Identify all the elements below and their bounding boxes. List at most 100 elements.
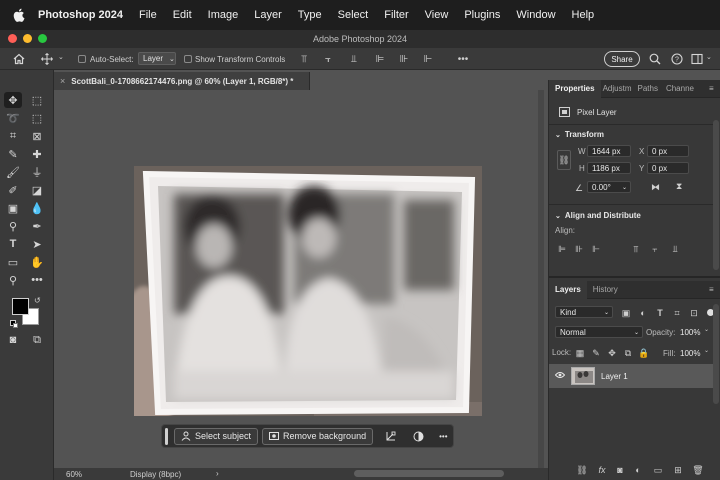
layers-panel-scrollbar[interactable]: [713, 304, 719, 404]
share-button[interactable]: Share: [604, 51, 640, 67]
layer-row[interactable]: Layer 1: [549, 364, 713, 388]
blur-tool-icon[interactable]: 💧: [28, 200, 46, 216]
filter-type-icon[interactable]: T: [655, 308, 665, 318]
align-left-edges-icon[interactable]: ⊫: [557, 244, 567, 254]
home-icon[interactable]: [12, 52, 26, 66]
panel-menu-icon[interactable]: ≡: [709, 285, 714, 294]
close-window-button[interactable]: [8, 34, 17, 43]
quick-mask-icon[interactable]: ◙: [4, 332, 22, 348]
remove-background-button[interactable]: Remove background: [262, 427, 374, 445]
screen-mode-icon[interactable]: ⧉: [28, 332, 46, 348]
menu-file[interactable]: File: [139, 9, 157, 21]
lock-artboard-icon[interactable]: ⧉: [623, 348, 633, 358]
height-field[interactable]: 1186 px: [587, 162, 631, 174]
align-bottom-edges-icon[interactable]: ⫫: [670, 244, 680, 254]
zoom-level[interactable]: 60%: [66, 470, 82, 479]
align-bottom-edges-icon[interactable]: ⫫: [348, 52, 360, 66]
zoom-tool-icon[interactable]: ⚲: [4, 272, 22, 288]
align-horizontal-centers-icon[interactable]: ⊪: [574, 244, 584, 254]
menu-help[interactable]: Help: [572, 9, 595, 21]
frame-tool-icon[interactable]: ⊠: [28, 128, 46, 144]
crop-tool-icon[interactable]: ⌗: [4, 128, 22, 144]
flip-horizontal-icon[interactable]: ⧓: [651, 182, 660, 193]
document-tab[interactable]: × ScottBali_0-1708662174476.png @ 60% (L…: [54, 72, 310, 90]
chevron-down-icon[interactable]: ⌄: [706, 53, 712, 61]
hand-tool-icon[interactable]: ✋: [28, 254, 46, 270]
tab-layers[interactable]: Layers: [549, 280, 587, 299]
panel-menu-icon[interactable]: ≡: [709, 84, 714, 93]
menu-type[interactable]: Type: [298, 9, 322, 21]
align-right-edges-icon[interactable]: ⊩: [591, 244, 601, 254]
align-top-edges-icon[interactable]: ⫪: [298, 52, 310, 66]
eyedropper-tool-icon[interactable]: ✎: [4, 146, 22, 162]
chevron-down-icon[interactable]: ⌄: [58, 53, 64, 61]
menu-app-name[interactable]: Photoshop 2024: [38, 9, 123, 21]
menu-view[interactable]: View: [425, 9, 449, 21]
healing-brush-tool-icon[interactable]: ✚: [28, 146, 46, 162]
lock-transparent-pixels-icon[interactable]: ▦: [575, 348, 585, 358]
task-bar-drag-handle[interactable]: [165, 427, 168, 445]
fill-field[interactable]: 100%: [676, 347, 703, 359]
lock-position-icon[interactable]: ✥: [607, 348, 617, 358]
link-layers-icon[interactable]: ⛓: [576, 465, 587, 475]
transform-icon[interactable]: [383, 429, 397, 443]
align-top-edges-icon[interactable]: ⫪: [631, 244, 641, 254]
swap-colors-icon[interactable]: ↺: [34, 296, 41, 305]
opacity-field[interactable]: 100%: [676, 326, 703, 338]
more-options-icon[interactable]: •••: [455, 52, 471, 66]
filter-shape-icon[interactable]: ⌗: [672, 308, 682, 318]
gradient-tool-icon[interactable]: ▣: [4, 200, 22, 216]
layer-filter-kind[interactable]: Kind ⌄: [555, 306, 613, 318]
more-tools-icon[interactable]: •••: [28, 272, 46, 288]
filter-smart-object-icon[interactable]: ⊡: [689, 308, 699, 318]
menu-window[interactable]: Window: [516, 9, 555, 21]
canvas-vertical-scrollbar[interactable]: [538, 90, 544, 468]
flip-vertical-icon[interactable]: ⧗: [676, 181, 682, 192]
new-group-icon[interactable]: ▭: [653, 465, 663, 475]
adjustment-layer-icon[interactable]: [411, 429, 425, 443]
auto-select-dropdown[interactable]: Layer ⌄: [138, 52, 176, 65]
width-field[interactable]: 1644 px: [587, 145, 631, 157]
object-selection-tool-icon[interactable]: ⬚: [28, 110, 46, 126]
add-mask-icon[interactable]: ◙: [615, 465, 625, 475]
auto-select-checkbox[interactable]: [78, 55, 86, 63]
eye-visibility-icon[interactable]: [554, 371, 566, 381]
clone-stamp-tool-icon[interactable]: ⏚: [28, 164, 46, 180]
lasso-tool-icon[interactable]: ➰: [4, 110, 22, 126]
align-left-edges-icon[interactable]: ⊫: [374, 52, 386, 66]
move-tool-icon[interactable]: ✥: [4, 92, 22, 108]
move-tool-icon[interactable]: [40, 52, 54, 66]
y-position-field[interactable]: 0 px: [647, 162, 689, 174]
align-vertical-centers-icon[interactable]: ⫟: [322, 52, 334, 66]
transform-section-header[interactable]: ⌄ Transform: [555, 130, 604, 139]
filter-pixel-icon[interactable]: ▣: [621, 308, 631, 318]
rectangle-tool-icon[interactable]: ▭: [4, 254, 22, 270]
align-horizontal-centers-icon[interactable]: ⊪: [398, 52, 410, 66]
menu-image[interactable]: Image: [208, 9, 239, 21]
type-tool-icon[interactable]: T: [4, 236, 22, 252]
show-transform-checkbox[interactable]: [184, 55, 192, 63]
foreground-color-swatch[interactable]: [12, 298, 29, 315]
align-right-edges-icon[interactable]: ⊩: [422, 52, 434, 66]
pen-tool-icon[interactable]: ✒: [28, 218, 46, 234]
link-dimensions-icon[interactable]: ⛓: [557, 150, 571, 170]
layer-style-icon[interactable]: fx: [597, 465, 607, 475]
default-colors-icon[interactable]: [10, 320, 18, 328]
menu-select[interactable]: Select: [338, 9, 369, 21]
rotation-angle-field[interactable]: 0.00° ⌄: [587, 181, 631, 193]
search-icon[interactable]: [648, 52, 662, 66]
tab-properties[interactable]: Properties: [549, 79, 601, 98]
minimize-window-button[interactable]: [23, 34, 32, 43]
menu-layer[interactable]: Layer: [254, 9, 282, 21]
brush-tool-icon[interactable]: 🖌: [4, 164, 22, 180]
blend-mode-dropdown[interactable]: Normal ⌄: [555, 326, 643, 338]
menu-plugins[interactable]: Plugins: [464, 9, 500, 21]
more-options-icon[interactable]: •••: [439, 432, 447, 441]
new-layer-icon[interactable]: ⊞: [673, 465, 683, 475]
lock-image-pixels-icon[interactable]: ✎: [591, 348, 601, 358]
tab-paths[interactable]: Paths: [633, 80, 661, 98]
lock-all-icon[interactable]: 🔒: [638, 348, 649, 358]
menu-filter[interactable]: Filter: [384, 9, 408, 21]
select-subject-button[interactable]: Select subject: [174, 427, 259, 445]
filter-adjustment-icon[interactable]: ◐: [638, 308, 648, 318]
